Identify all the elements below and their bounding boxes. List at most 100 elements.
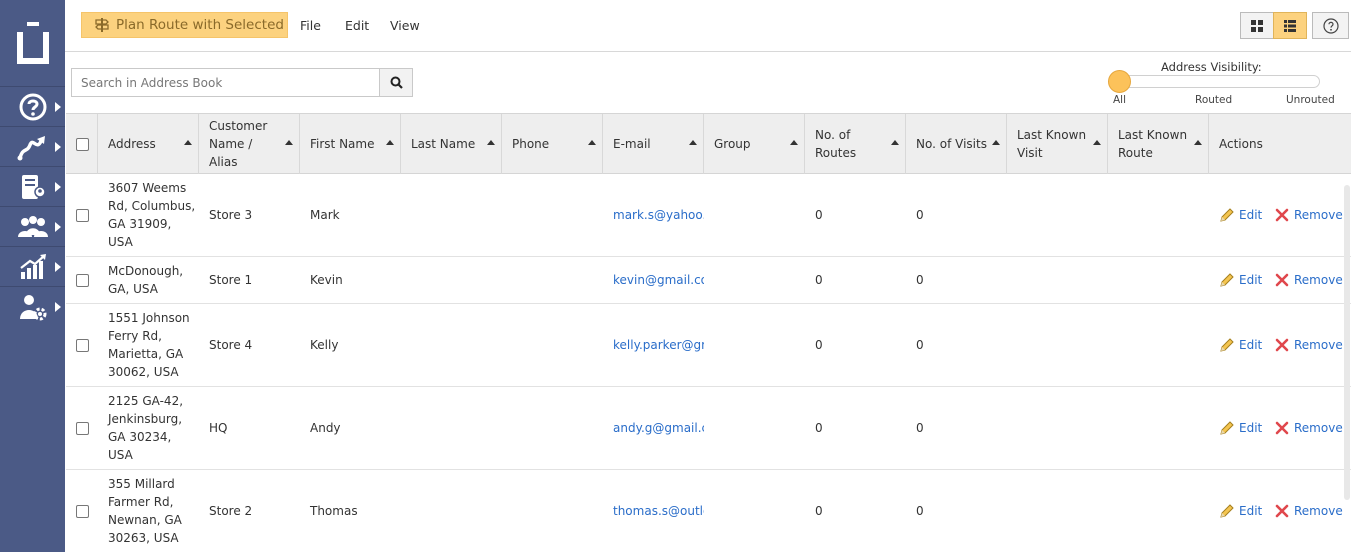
cell-email[interactable]: kelly.parker@gmail.com	[603, 304, 704, 386]
column-no-of-visits[interactable]: No. of Visits	[906, 114, 1007, 174]
visibility-slider-handle[interactable]	[1108, 70, 1131, 93]
cell-email[interactable]: kevin@gmail.com	[603, 257, 704, 303]
edit-button[interactable]: Edit	[1219, 257, 1262, 303]
column-no-of-routes[interactable]: No. of Routes	[805, 114, 906, 174]
cell-last-name	[401, 174, 502, 256]
column-email[interactable]: E-mail	[603, 114, 704, 174]
row-checkbox[interactable]	[76, 421, 89, 435]
table-row[interactable]: 355 Millard Farmer Rd, Newnan, GA 30263, US…	[66, 470, 1351, 552]
table-row[interactable]: 3607 Weems Rd, Columbus, GA 31909, USA Store…	[66, 174, 1351, 257]
sidebar-item-team[interactable]	[0, 206, 65, 246]
close-icon	[1275, 338, 1289, 352]
app-logo[interactable]	[0, 0, 65, 86]
sidebar-item-user-settings[interactable]	[0, 286, 65, 326]
edit-label: Edit	[1239, 421, 1263, 435]
sidebar-item-help[interactable]	[0, 86, 65, 126]
cell-last-known-route	[1108, 470, 1209, 552]
cell-last-known-route	[1108, 174, 1209, 256]
visibility-slider-track[interactable]	[1110, 75, 1320, 88]
logo-icon	[16, 22, 49, 64]
column-phone-label: Phone	[512, 137, 550, 151]
menu-edit[interactable]: Edit	[345, 18, 369, 33]
menu-view[interactable]: View	[390, 18, 420, 33]
edit-button[interactable]: Edit	[1219, 470, 1262, 552]
table-row[interactable]: McDonough, GA, USA Store 1 Kevin kevin@gmail…	[66, 257, 1351, 304]
row-checkbox[interactable]	[76, 338, 89, 352]
row-checkbox[interactable]	[76, 208, 89, 222]
column-last-name[interactable]: Last Name	[401, 114, 502, 174]
select-all-checkbox[interactable]	[76, 137, 89, 151]
address-line: 355 Millard	[108, 477, 175, 491]
address-table: Address Customer Name / Alias First Name…	[66, 113, 1351, 552]
column-last-known-route[interactable]: Last Known Route	[1108, 114, 1209, 174]
help-button[interactable]	[1312, 12, 1349, 39]
sort-icon	[1093, 140, 1101, 145]
menu-file[interactable]: File	[300, 18, 321, 33]
visibility-option-routed[interactable]: Routed	[1195, 94, 1232, 106]
row-checkbox[interactable]	[76, 273, 89, 287]
visibility-option-unrouted[interactable]: Unrouted	[1286, 94, 1335, 106]
column-phone[interactable]: Phone	[502, 114, 603, 174]
row-checkbox[interactable]	[76, 504, 89, 518]
cell-address: 1551 Johnson Ferry Rd, Marietta, GA 30062, …	[98, 304, 199, 386]
remove-button[interactable]: Remove	[1275, 387, 1343, 469]
address-line: USA	[108, 448, 133, 462]
search-button[interactable]	[379, 69, 412, 96]
column-customer-alias[interactable]: Customer Name / Alias	[199, 114, 300, 174]
sidebar-item-analytics[interactable]	[0, 246, 65, 286]
column-address[interactable]: Address	[98, 114, 199, 174]
table-row[interactable]: 1551 Johnson Ferry Rd, Marietta, GA 30062, …	[66, 304, 1351, 387]
remove-button[interactable]: Remove	[1275, 257, 1343, 303]
remove-button[interactable]: Remove	[1275, 304, 1343, 386]
cell-last-known-visit	[1007, 470, 1108, 552]
pencil-icon	[1220, 503, 1234, 518]
plan-route-button[interactable]: Plan Route with Selected	[81, 12, 288, 38]
edit-button[interactable]: Edit	[1219, 174, 1262, 256]
cell-no-of-routes: 0	[815, 338, 823, 352]
visibility-option-all[interactable]: All	[1113, 94, 1126, 106]
sidebar-item-address-book[interactable]	[0, 166, 65, 206]
cell-no-of-visits: 0	[916, 338, 924, 352]
cell-email[interactable]: mark.s@yahoo.com	[603, 174, 704, 256]
remove-button[interactable]: Remove	[1275, 470, 1343, 552]
address-line: Marietta, GA	[108, 347, 184, 361]
cell-email[interactable]: thomas.s@outlook.com	[603, 470, 704, 552]
edit-button[interactable]: Edit	[1219, 387, 1262, 469]
cell-first-name: Mark	[310, 208, 340, 222]
search-icon	[390, 76, 403, 89]
chevron-right-icon	[55, 142, 61, 152]
chevron-right-icon	[55, 262, 61, 272]
address-line: GA, USA	[108, 282, 158, 296]
table-row[interactable]: 2125 GA-42, Jenkinsburg, GA 30234, USA HQ And…	[66, 387, 1351, 470]
cell-customer-alias: Store 1	[209, 273, 253, 287]
sidebar-item-routes[interactable]	[0, 126, 65, 166]
visibility-title: Address Visibility:	[1161, 60, 1262, 74]
column-first-name[interactable]: First Name	[300, 114, 401, 174]
edit-label: Edit	[1239, 273, 1263, 287]
remove-button[interactable]: Remove	[1275, 174, 1343, 256]
edit-label: Edit	[1239, 208, 1263, 222]
column-actions-label: Actions	[1219, 137, 1263, 151]
column-email-label: E-mail	[613, 137, 651, 151]
grid-view-button[interactable]	[1240, 12, 1274, 39]
select-all-cell	[66, 114, 98, 174]
address-line: 1551 Johnson	[108, 311, 190, 325]
address-line: Jenkinsburg,	[108, 412, 183, 426]
cell-email[interactable]: andy.g@gmail.com	[603, 387, 704, 469]
cell-last-known-route	[1108, 387, 1209, 469]
search-input[interactable]	[72, 69, 380, 96]
close-icon	[1275, 273, 1289, 287]
cell-last-name	[401, 470, 502, 552]
column-group[interactable]: Group	[704, 114, 805, 174]
cell-no-of-visits: 0	[916, 421, 924, 435]
sort-icon	[487, 140, 495, 145]
column-last-known-visit[interactable]: Last Known Visit	[1007, 114, 1108, 174]
cell-no-of-visits: 0	[916, 208, 924, 222]
list-view-button[interactable]	[1273, 12, 1307, 39]
edit-button[interactable]: Edit	[1219, 304, 1262, 386]
address-line: Ferry Rd,	[108, 329, 162, 343]
cell-last-known-route	[1108, 257, 1209, 303]
cell-address: 2125 GA-42, Jenkinsburg, GA 30234, USA	[98, 387, 199, 469]
sidebar	[0, 0, 65, 552]
vertical-scrollbar[interactable]	[1344, 185, 1350, 500]
